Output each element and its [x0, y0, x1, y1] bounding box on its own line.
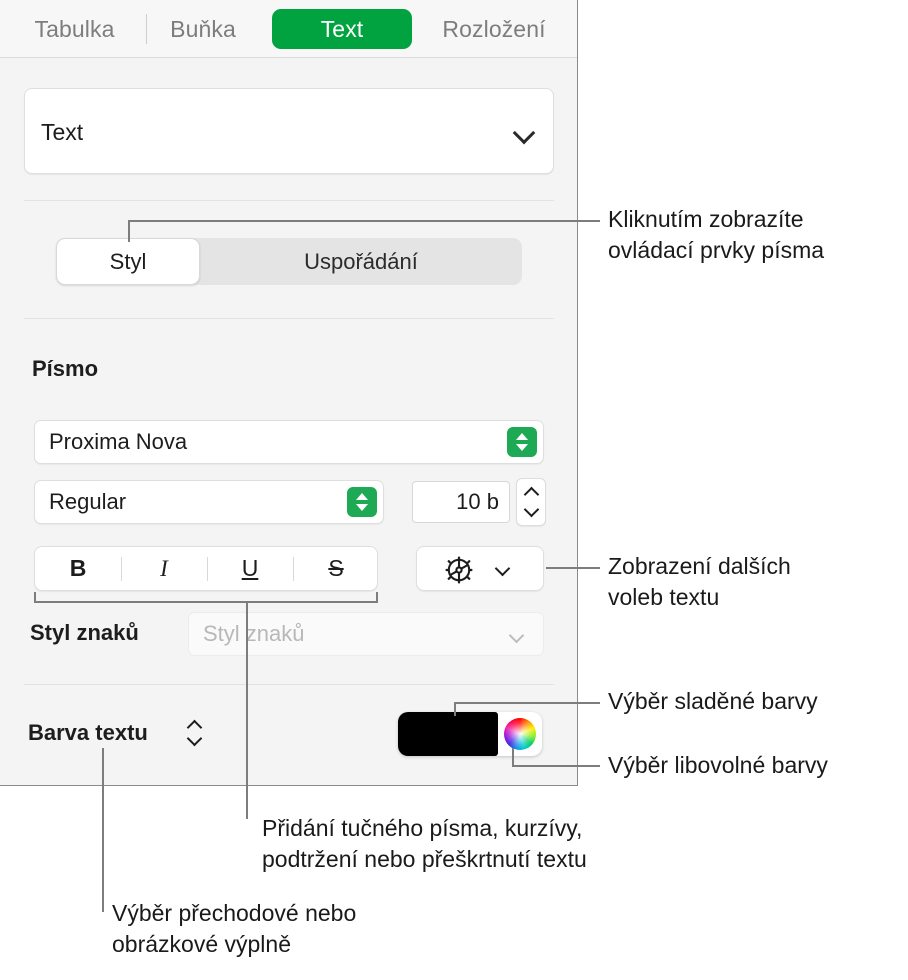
leader-line-segment — [546, 567, 600, 569]
arrow-up-icon — [516, 433, 528, 440]
gear-icon — [443, 554, 475, 591]
callout-gradient-fill: Výběr přechodové nebo obrázkové výplně — [112, 900, 357, 957]
callout-any-color: Výběr libovolné barvy — [608, 752, 828, 778]
tab-tabulka[interactable]: Tabulka — [16, 9, 133, 49]
font-style-value: Regular — [49, 489, 127, 514]
leader-line-bracket-left — [34, 592, 36, 602]
strikethrough-button[interactable]: S — [293, 547, 379, 590]
font-size-stepper[interactable] — [516, 478, 546, 526]
arrow-down-icon — [356, 504, 368, 511]
arrow-up-icon — [356, 493, 368, 500]
color-swatch-button[interactable] — [398, 712, 498, 756]
divider-2 — [24, 318, 554, 319]
italic-button[interactable]: I — [121, 547, 207, 590]
callout-more-text-options: Zobrazení dalších voleb textu — [608, 553, 791, 610]
chevron-up-icon[interactable] — [525, 486, 537, 498]
leader-line-segment — [246, 601, 248, 819]
font-size-value: 10 b — [456, 489, 499, 514]
leader-line-segment — [128, 220, 130, 242]
format-inspector-panel: Tabulka Buňka Text Rozložení Text Styl U… — [0, 0, 578, 786]
segment-styl-label: Styl — [109, 249, 147, 274]
leader-line-segment — [454, 702, 600, 704]
callout-bold-italic: Přidání tučného písma, kurzívy, podtržen… — [262, 815, 587, 872]
font-style-stepper-icon[interactable] — [347, 487, 377, 517]
font-family-value: Proxima Nova — [49, 429, 188, 454]
up-down-arrows-icon[interactable] — [188, 720, 206, 746]
chevron-down-icon — [509, 630, 525, 640]
paragraph-style-value: Text — [41, 119, 84, 145]
text-format-button-group: B I U S — [34, 546, 378, 591]
leader-line-segment — [102, 748, 104, 912]
arrow-down-icon — [516, 444, 528, 451]
chevron-down-icon[interactable] — [525, 506, 537, 518]
chevron-down-icon — [513, 125, 535, 137]
underline-button[interactable]: U — [207, 547, 293, 590]
callout-font-controls: Kliknutím zobrazíte ovládací prvky písma — [608, 206, 825, 263]
leader-line-segment — [512, 748, 514, 766]
font-style-popup[interactable]: Regular — [34, 480, 384, 524]
text-color-label: Barva textu — [28, 720, 148, 745]
arrow-down-icon — [188, 737, 202, 746]
character-style-popup[interactable]: Styl znaků — [188, 612, 544, 656]
more-text-options-button[interactable] — [416, 546, 544, 591]
font-size-input[interactable]: 10 b — [412, 481, 510, 523]
segment-usporadani[interactable]: Uspořádání — [200, 249, 522, 275]
text-color-control — [398, 712, 542, 756]
tab-text[interactable]: Text — [272, 9, 412, 49]
tab-bunka[interactable]: Buňka — [156, 9, 250, 49]
font-family-stepper-icon[interactable] — [507, 427, 537, 457]
inspector-tab-bar: Tabulka Buňka Text Rozložení — [0, 0, 577, 58]
character-style-label: Styl znaků — [30, 620, 139, 645]
font-section-heading: Písmo — [32, 356, 99, 381]
segment-styl[interactable]: Styl — [56, 238, 200, 285]
leader-line-segment — [512, 765, 600, 767]
callout-matched-color: Výběr sladěné barvy — [608, 688, 818, 714]
character-style-placeholder: Styl znaků — [203, 621, 305, 646]
font-family-popup[interactable]: Proxima Nova — [34, 420, 544, 464]
divider-3 — [24, 684, 554, 685]
leader-line-segment — [454, 702, 456, 716]
paragraph-style-popup[interactable]: Text — [24, 88, 554, 174]
chevron-down-icon — [495, 563, 511, 573]
arrow-up-icon — [188, 720, 202, 729]
divider-1 — [24, 200, 554, 201]
leader-line-segment — [128, 220, 600, 222]
bold-button[interactable]: B — [35, 547, 121, 590]
leader-line-bracket-right — [376, 592, 378, 602]
tab-divider — [146, 14, 147, 44]
leader-line-bracket — [34, 601, 378, 603]
color-wheel-icon[interactable] — [504, 718, 536, 750]
style-arrangement-segmented-control[interactable]: Styl Uspořádání — [56, 238, 522, 285]
tab-rozlozeni[interactable]: Rozložení — [414, 9, 574, 49]
